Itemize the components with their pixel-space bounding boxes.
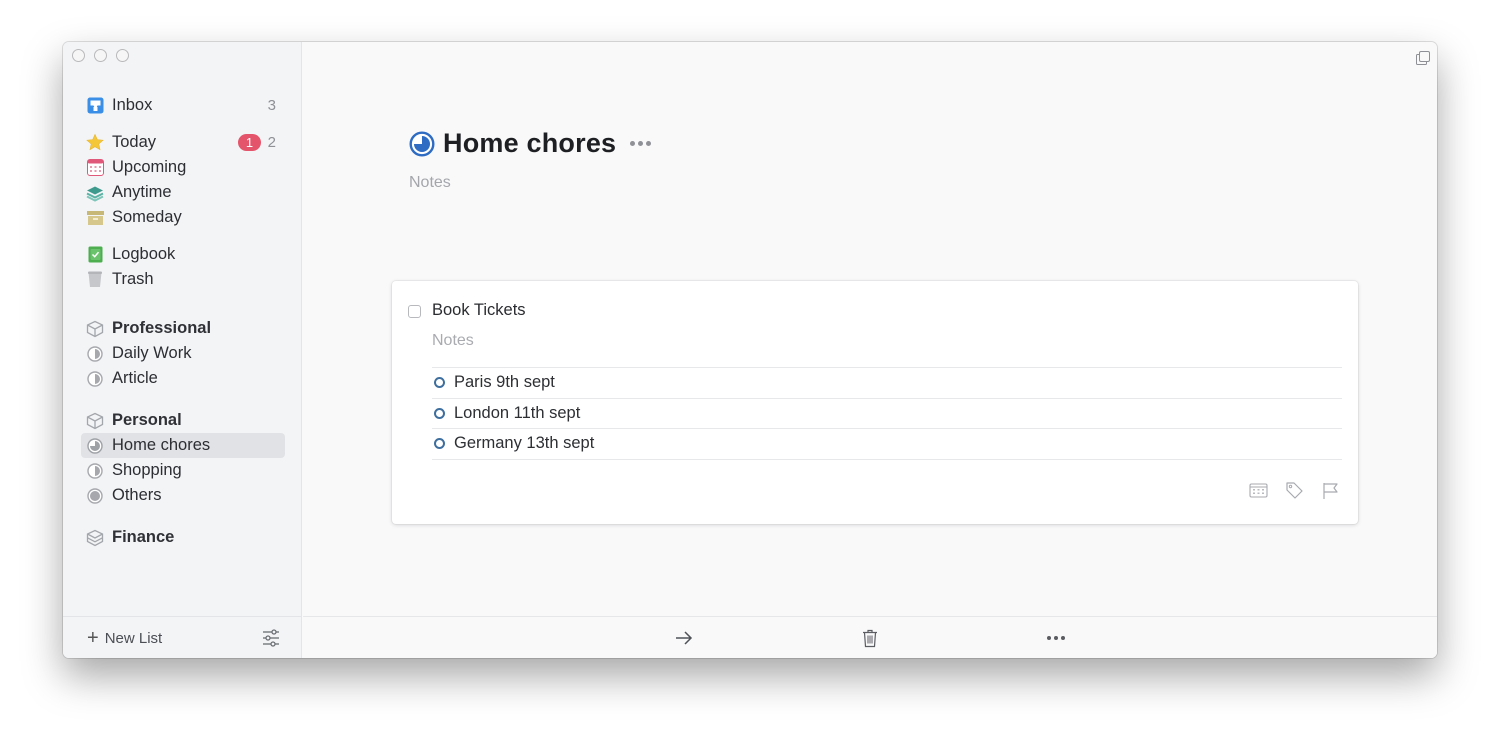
sidebar-item-label: Daily Work: [112, 344, 192, 362]
sidebar-item-label: Others: [112, 486, 162, 504]
sliders-icon: [263, 629, 279, 647]
sidebar-project-others[interactable]: Others: [81, 483, 285, 508]
move-button[interactable]: [673, 627, 695, 649]
checklist-item-label[interactable]: London 11th sept: [454, 404, 580, 423]
sidebar-project-article[interactable]: Article: [81, 366, 285, 391]
window-controls: [72, 49, 129, 62]
project-notes-field[interactable]: Notes: [409, 174, 451, 192]
sidebar-item-today[interactable]: Today 1 2: [81, 130, 285, 155]
project-half-pie-icon: [86, 345, 104, 363]
star-icon: [86, 133, 104, 152]
task-checkbox[interactable]: [408, 305, 421, 318]
sidebar-area-personal[interactable]: Personal: [81, 408, 285, 433]
sidebar-item-label: Finance: [112, 528, 175, 546]
sidebar-item-label: Article: [112, 369, 158, 387]
when-calendar-icon: [1249, 483, 1268, 498]
sidebar-project-daily-work[interactable]: Daily Work: [81, 341, 285, 366]
checklist-item-label[interactable]: Paris 9th sept: [454, 373, 555, 392]
area-stack-icon: [86, 529, 104, 547]
area-cube-icon: [86, 320, 104, 338]
checklist: Paris 9th sept London 11th sept Germany …: [432, 367, 1342, 460]
sidebar-item-label: Personal: [112, 411, 182, 429]
minimize-window-button[interactable]: [94, 49, 107, 62]
more-dot: [646, 141, 652, 146]
checklist-circle-checkbox[interactable]: [434, 377, 445, 389]
trash-icon: [86, 271, 104, 289]
plus-icon: +: [87, 627, 99, 649]
project-header: Home chores: [409, 128, 654, 159]
checklist-item-label[interactable]: Germany 13th sept: [454, 434, 594, 453]
archive-box-icon: [86, 209, 104, 227]
checklist-circle-checkbox[interactable]: [434, 407, 445, 419]
sidebar-item-label: Trash: [112, 270, 154, 288]
project-half-pie-icon: [86, 462, 104, 480]
sidebar-item-anytime[interactable]: Anytime: [81, 180, 285, 205]
deadline-button[interactable]: [1321, 481, 1340, 500]
sidebar-item-label: Anytime: [112, 183, 172, 201]
deadline-flag-icon: [1323, 483, 1338, 499]
sidebar-item-label: Shopping: [112, 461, 182, 479]
main-content: Home chores Notes Book Tickets Notes Par…: [303, 42, 1437, 658]
project-more-button[interactable]: [630, 139, 654, 149]
sidebar-item-label: Inbox: [112, 96, 153, 114]
project-full-pie-icon: [86, 487, 104, 505]
calendar-icon: [86, 159, 104, 177]
trash-icon: [863, 629, 877, 647]
task-action-buttons: [1249, 481, 1340, 500]
more-icon: [1047, 636, 1065, 640]
sidebar-item-label: Someday: [112, 208, 182, 226]
sidebar-item-label: Upcoming: [112, 158, 187, 176]
zoom-window-button[interactable]: [116, 49, 129, 62]
sidebar-item-someday[interactable]: Someday: [81, 205, 285, 230]
project-pie-icon: [86, 437, 104, 455]
delete-button[interactable]: [859, 627, 881, 649]
sidebar-item-trash[interactable]: Trash: [81, 267, 285, 292]
when-button[interactable]: [1249, 481, 1268, 500]
app-window: Inbox 3 Today 1 2 Upcoming Anytime Somed…: [63, 42, 1437, 658]
sidebar-item-label: Logbook: [112, 245, 176, 263]
new-list-button[interactable]: + New List: [87, 628, 162, 648]
sidebar-item-label: Today: [112, 133, 157, 151]
sidebar-settings-button[interactable]: [261, 628, 281, 648]
logbook-check-icon: [86, 246, 104, 264]
sidebar-area-professional[interactable]: Professional: [81, 316, 285, 341]
sidebar: Inbox 3 Today 1 2 Upcoming Anytime Somed…: [63, 42, 302, 658]
checklist-item[interactable]: Germany 13th sept: [432, 429, 1342, 460]
checklist-circle-checkbox[interactable]: [434, 438, 445, 450]
sidebar-item-label: Professional: [112, 319, 212, 337]
checklist-item[interactable]: Paris 9th sept: [432, 368, 1342, 399]
move-arrow-icon: [676, 631, 693, 645]
today-count: 2: [267, 134, 276, 151]
tag-icon: [1286, 482, 1303, 499]
task-notes-field[interactable]: Notes: [432, 332, 474, 350]
task-title-field[interactable]: Book Tickets: [432, 301, 526, 320]
close-window-button[interactable]: [72, 49, 85, 62]
sidebar-item-inbox[interactable]: Inbox 3: [81, 93, 285, 118]
inbox-icon: [86, 97, 104, 115]
today-overdue-badge: 1: [238, 134, 261, 151]
inbox-count: 3: [267, 97, 276, 114]
task-card-expanded: Book Tickets Notes Paris 9th sept London…: [392, 281, 1358, 524]
more-actions-button[interactable]: [1045, 627, 1067, 649]
more-dot: [630, 141, 636, 146]
sidebar-project-shopping[interactable]: Shopping: [81, 458, 285, 483]
sidebar-project-home-chores[interactable]: Home chores: [81, 433, 285, 458]
sidebar-item-label: Home chores: [112, 436, 211, 454]
sidebar-area-finance[interactable]: Finance: [81, 525, 285, 550]
bottom-toolbar: [303, 616, 1437, 658]
more-dot: [638, 141, 644, 146]
project-progress-pie-icon: [409, 130, 435, 157]
project-half-pie-icon: [86, 370, 104, 388]
sidebar-item-logbook[interactable]: Logbook: [81, 242, 285, 267]
project-title[interactable]: Home chores: [443, 128, 616, 159]
checklist-item[interactable]: London 11th sept: [432, 399, 1342, 429]
layers-icon: [86, 184, 104, 202]
tags-button[interactable]: [1285, 481, 1304, 500]
fullscreen-toggle-button[interactable]: [1415, 50, 1431, 66]
area-cube-icon: [86, 412, 104, 430]
restore-window-icon: [1416, 51, 1430, 65]
new-list-label: New List: [104, 629, 163, 647]
sidebar-item-upcoming[interactable]: Upcoming: [81, 155, 285, 180]
sidebar-footer: + New List: [63, 616, 302, 658]
